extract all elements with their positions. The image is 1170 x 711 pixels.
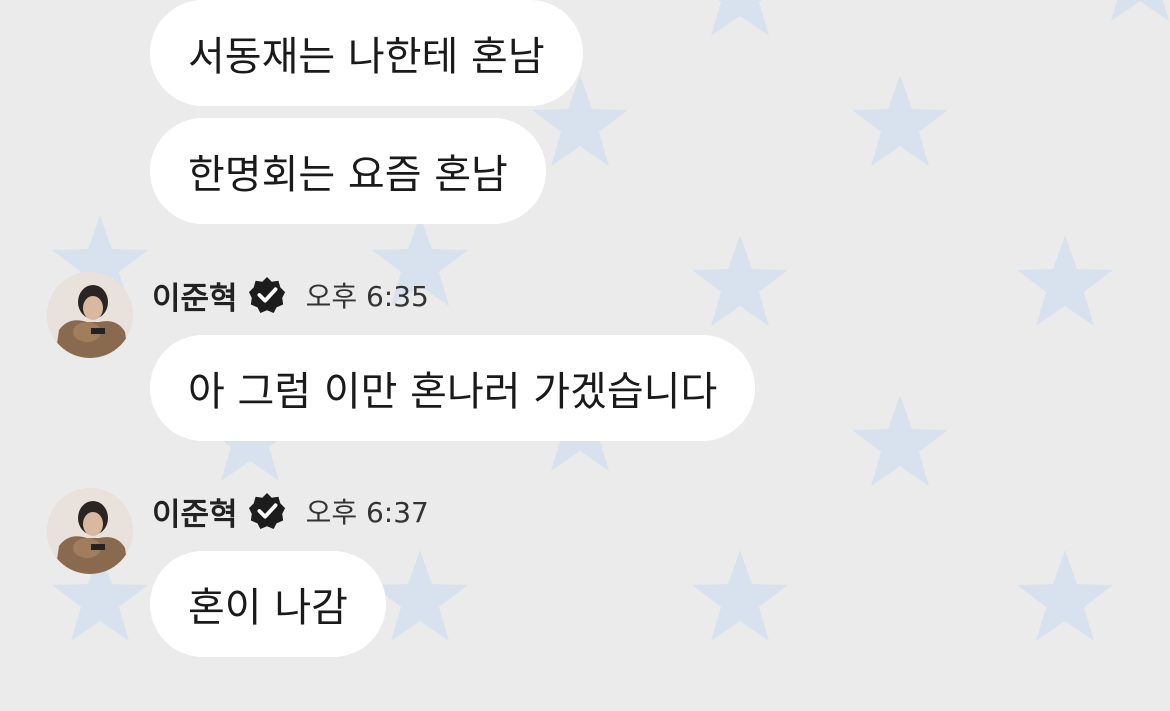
message-text: 혼이 나감 — [188, 585, 348, 631]
message-time: 오후 6:37 — [305, 496, 429, 529]
verified-badge-icon — [248, 276, 285, 314]
message-bubble[interactable]: 혼이 나감 — [150, 551, 386, 657]
profile-photo-icon — [47, 272, 133, 358]
sender-name[interactable]: 이준혁 — [152, 489, 238, 534]
message-time: 오후 6:35 — [305, 280, 429, 313]
avatar[interactable] — [47, 488, 133, 574]
message-text: 서동재는 나한테 혼남 — [188, 34, 545, 80]
message-bubble[interactable]: 아 그럼 이만 혼나러 가겠습니다 — [150, 335, 756, 441]
verified-badge-icon — [248, 492, 285, 530]
message-bubble[interactable]: 한명회는 요즘 혼남 — [150, 118, 546, 224]
profile-photo-icon — [47, 488, 133, 574]
sender-name[interactable]: 이준혁 — [152, 273, 238, 318]
message-text: 한명회는 요즘 혼남 — [188, 152, 508, 198]
chat-thread: 서동재는 나한테 혼남 한명회는 요즘 혼남 이준혁 오후 6:35 아 그럼 … — [0, 0, 1170, 711]
message-bubble[interactable]: 서동재는 나한테 혼남 — [150, 0, 583, 106]
sender-row: 이준혁 오후 6:37 — [152, 489, 429, 534]
avatar[interactable] — [47, 272, 133, 358]
message-text: 아 그럼 이만 혼나러 가겠습니다 — [188, 369, 718, 415]
sender-row: 이준혁 오후 6:35 — [152, 273, 429, 318]
